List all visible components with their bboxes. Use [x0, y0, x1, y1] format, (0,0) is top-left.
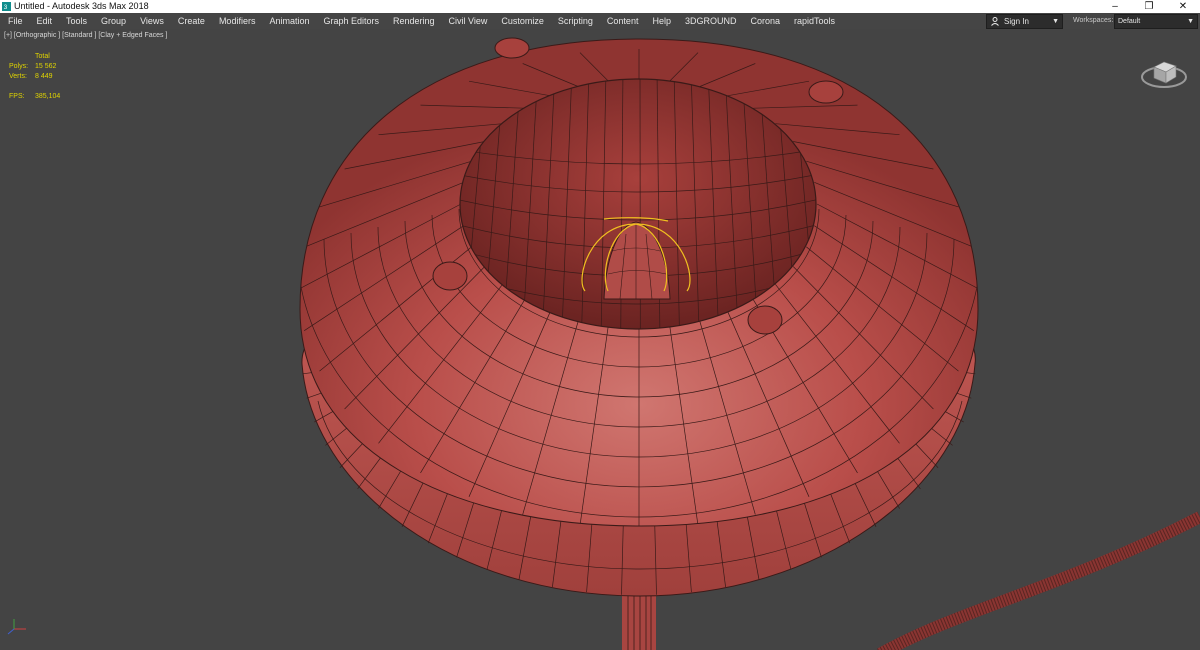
- main-menu: File Edit Tools Group Views Create Modif…: [0, 13, 842, 29]
- menu-rendering[interactable]: Rendering: [386, 13, 442, 29]
- stats-header: Total: [35, 53, 50, 60]
- perspective-viewport[interactable]: [+] [Orthographic ] [Standard ] [Clay + …: [0, 29, 1200, 650]
- menu-customize[interactable]: Customize: [494, 13, 551, 29]
- menu-bar: File Edit Tools Group Views Create Modif…: [0, 13, 1200, 29]
- menu-civil-view[interactable]: Civil View: [442, 13, 495, 29]
- verts-label: Verts:: [9, 73, 27, 80]
- title-bar: 3 Untitled - Autodesk 3ds Max 2018 – ❐ ✕: [0, 0, 1200, 13]
- svg-text:3: 3: [4, 4, 8, 11]
- menu-tools[interactable]: Tools: [59, 13, 94, 29]
- viewport-label[interactable]: [+] [Orthographic ] [Standard ] [Clay + …: [4, 32, 167, 39]
- menu-file[interactable]: File: [0, 13, 30, 29]
- menu-group[interactable]: Group: [94, 13, 133, 29]
- menu-rapidtools[interactable]: rapidTools: [787, 13, 842, 29]
- workspaces-label: Workspaces:: [1073, 17, 1114, 24]
- chevron-down-icon: ▼: [1187, 18, 1194, 25]
- power-cable: [877, 511, 1200, 650]
- menu-edit[interactable]: Edit: [30, 13, 60, 29]
- sign-in-label: Sign In: [1004, 17, 1029, 26]
- fps-label: FPS:: [9, 93, 25, 100]
- menu-content[interactable]: Content: [600, 13, 646, 29]
- menu-corona[interactable]: Corona: [743, 13, 787, 29]
- chevron-down-icon: ▼: [1052, 18, 1059, 25]
- polys-label: Polys:: [9, 63, 29, 70]
- user-icon: [991, 17, 999, 26]
- menu-scripting[interactable]: Scripting: [551, 13, 600, 29]
- axis-tripod-icon: [7, 619, 26, 635]
- workspaces-value: Default: [1118, 18, 1141, 25]
- sign-in-dropdown[interactable]: Sign In ▼: [986, 14, 1063, 29]
- workspaces-select[interactable]: Default ▼: [1114, 14, 1198, 29]
- viewcube-icon[interactable]: [1140, 47, 1190, 93]
- restore-button[interactable]: ❐: [1132, 0, 1166, 13]
- menu-create[interactable]: Create: [171, 13, 212, 29]
- menu-graph-editors[interactable]: Graph Editors: [316, 13, 386, 29]
- close-button[interactable]: ✕: [1166, 0, 1200, 13]
- fps-value: 385,104: [35, 93, 61, 100]
- polys-value: 15 562: [35, 63, 57, 70]
- menu-help[interactable]: Help: [645, 13, 678, 29]
- menu-animation[interactable]: Animation: [262, 13, 316, 29]
- lamp-model[interactable]: [0, 29, 1200, 650]
- window-title: Untitled - Autodesk 3ds Max 2018: [14, 1, 149, 11]
- verts-value: 8 449: [35, 73, 53, 80]
- minimize-button[interactable]: –: [1098, 0, 1132, 13]
- menu-3dground[interactable]: 3DGROUND: [678, 13, 744, 29]
- menu-modifiers[interactable]: Modifiers: [212, 13, 263, 29]
- 3dsmax-app-icon: 3: [2, 2, 11, 11]
- menu-views[interactable]: Views: [133, 13, 171, 29]
